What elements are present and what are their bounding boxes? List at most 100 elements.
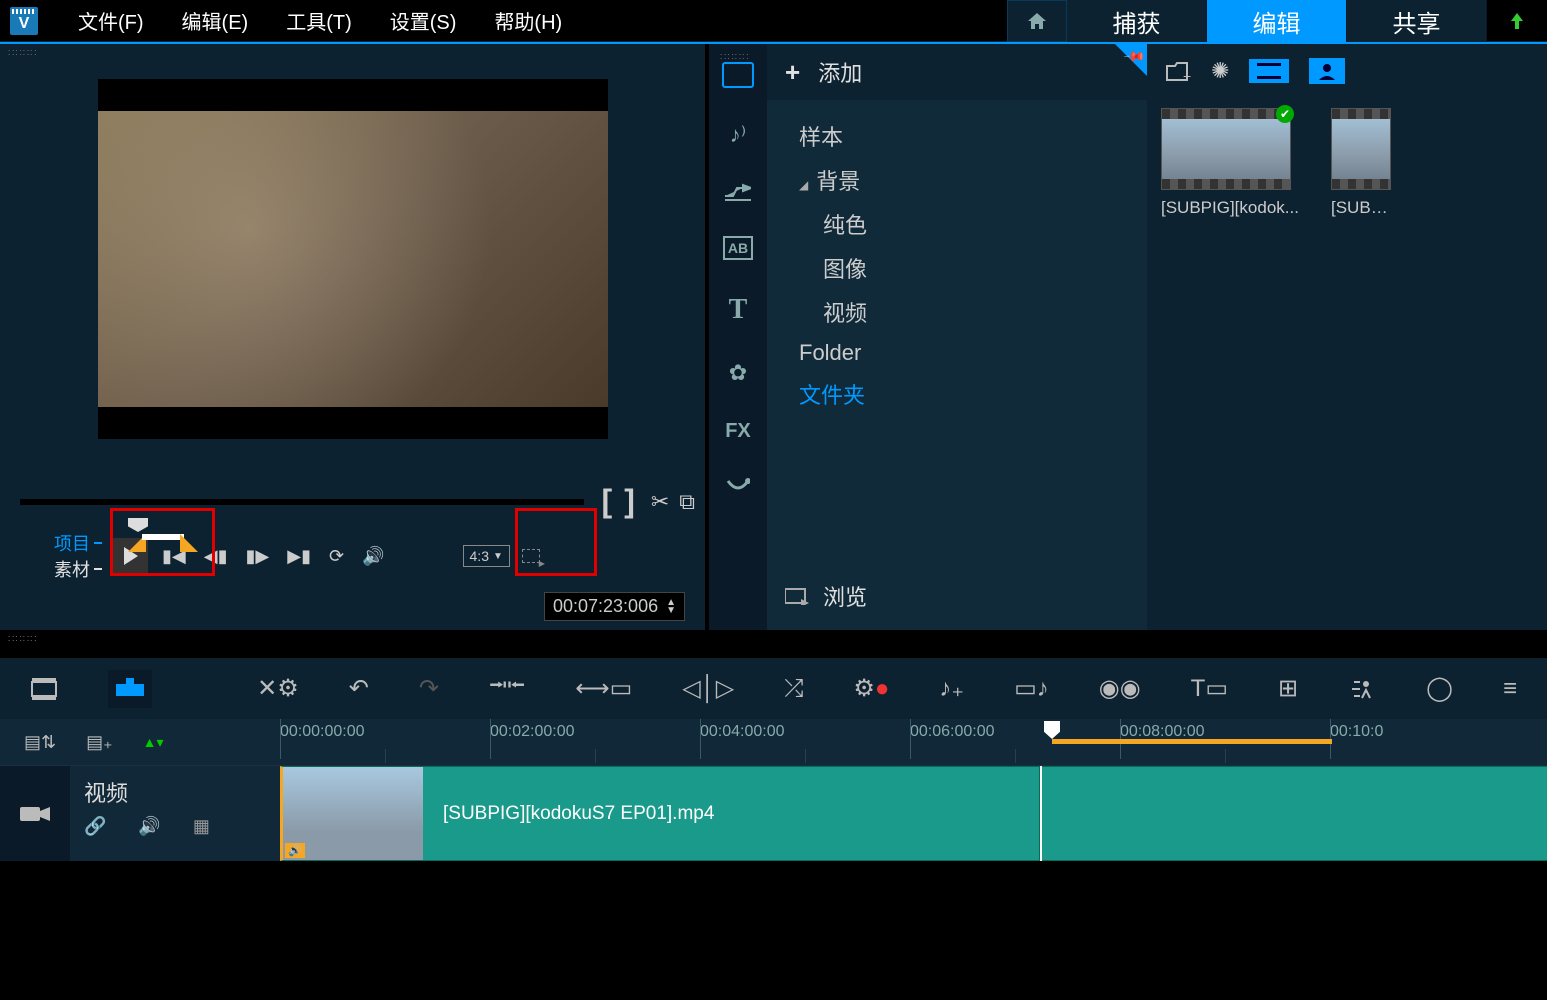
undo-icon[interactable]: ↶	[349, 674, 369, 703]
repeat-button[interactable]: ⟳	[329, 546, 344, 567]
ruler-mark: 00:00:00:00	[280, 723, 365, 741]
thumbnail-2[interactable]: [SUBPI(	[1331, 108, 1391, 218]
prev-frame-button[interactable]: ◀▮	[204, 546, 228, 567]
timecode-spinner[interactable]: ▲▼	[666, 599, 676, 615]
overlap-icon[interactable]: ◉◉	[1099, 674, 1141, 703]
tree-folder[interactable]: Folder	[767, 334, 1147, 372]
video-clip-2[interactable]	[1042, 766, 1547, 861]
tab-home[interactable]	[1007, 0, 1067, 42]
next-frame-button[interactable]: ▮▶	[246, 546, 270, 567]
goto-end-button[interactable]: ▶▮	[287, 546, 311, 567]
timeline-ruler[interactable]: 00:00:00:00 00:02:00:00 00:04:00:00 00:0…	[280, 719, 1547, 765]
volume-button[interactable]: 🔊	[362, 546, 384, 567]
import-folder-icon[interactable]: +	[1165, 60, 1191, 82]
title-library-icon[interactable]: AB	[723, 236, 753, 260]
home-icon	[1026, 11, 1048, 31]
video-track-icon-cell[interactable]	[0, 766, 70, 861]
video-track-header: 视频 🔗 🔊 ▦	[70, 766, 280, 861]
timeline: ▤⇅ ▤₊ ▲▾ 00:00:00:00 00:02:00:00 00:04:0…	[0, 719, 1547, 861]
redo-icon[interactable]: ↷	[419, 674, 439, 703]
settings-bars-icon[interactable]: ≡	[1503, 675, 1517, 703]
title-tool-icon[interactable]: T▭	[1191, 674, 1228, 703]
mode-project[interactable]: 项目	[54, 530, 102, 556]
add-media-button[interactable]: + 添加 📌	[767, 44, 1147, 100]
text-library-icon[interactable]: T	[729, 294, 748, 326]
menu-help[interactable]: 帮助(H)	[494, 6, 562, 35]
tree-wenjianjia[interactable]: 文件夹	[767, 372, 1147, 416]
tree-sample[interactable]: 样本	[767, 114, 1147, 158]
mark-out-button[interactable]: ]	[618, 483, 641, 520]
browse-button[interactable]: 浏览	[767, 570, 885, 622]
video-clip[interactable]: [SUBPIG][kodokuS7 EP01].mp4	[280, 766, 1040, 861]
record-icon[interactable]: ⚙●	[853, 674, 889, 703]
playback-controls: 项目 素材 ▮◀ ◀▮ ▮▶ ▶▮ ⟳ 🔊 4:3▼	[0, 520, 705, 582]
graphics-library-icon[interactable]: ✿	[729, 360, 747, 386]
fx-library-icon[interactable]: FX	[725, 420, 751, 443]
grid-small-icon[interactable]: ▦	[193, 816, 210, 837]
clip-thumbnail	[283, 767, 423, 860]
3d-icon[interactable]: ◯	[1426, 674, 1453, 703]
tree-background[interactable]: 背景	[767, 158, 1147, 202]
timecode-display[interactable]: 00:07:23:006 ▲▼	[544, 592, 685, 621]
trim-marker[interactable]	[128, 518, 198, 552]
thumbnail-1-label: [SUBPIG][kodok...	[1161, 198, 1311, 218]
preview-video-area[interactable]	[98, 79, 608, 439]
mute-icon[interactable]: 🔊	[138, 816, 160, 837]
tree-image[interactable]: 图像	[767, 246, 1147, 290]
clip-label: [SUBPIG][kodokuS7 EP01].mp4	[443, 803, 714, 825]
audio-mixer-icon[interactable]: ♪₊	[939, 674, 964, 703]
tab-edit[interactable]: 编辑	[1207, 0, 1347, 42]
playhead[interactable]	[1044, 721, 1060, 739]
menu-settings[interactable]: 设置(S)	[390, 6, 457, 35]
scissors-icon[interactable]: ✂	[651, 489, 669, 515]
tools-icon[interactable]: ✕⚙	[257, 674, 299, 703]
mode-clip[interactable]: 素材	[54, 556, 102, 582]
view-person-button[interactable]	[1309, 58, 1345, 84]
panel-grip-2[interactable]: ∷∷∷∷	[712, 48, 757, 67]
capture-icon[interactable]: ✺	[1211, 58, 1229, 84]
thumbnail-1[interactable]: ✔ [SUBPIG][kodok...	[1161, 108, 1311, 218]
auto-music-icon[interactable]: ▭♪	[1014, 674, 1049, 703]
track-menu-1-icon[interactable]: ▤⇅	[24, 732, 56, 753]
marker-dropdown-icon[interactable]: ▲▾	[143, 734, 164, 751]
library-panel: ∷∷∷∷ ♪⁾ AB T ✿ FX + 添加 📌 样本 背景 纯色	[705, 44, 1547, 630]
library-category-icons: ∷∷∷∷ ♪⁾ AB T ✿ FX	[709, 44, 767, 630]
path-library-icon[interactable]	[726, 477, 750, 497]
upload-arrow-icon	[1507, 11, 1527, 31]
menu-edit[interactable]: 编辑(E)	[182, 6, 249, 35]
tab-capture[interactable]: 捕获	[1067, 0, 1207, 42]
timeline-view-icon[interactable]	[108, 670, 152, 708]
grid-icon[interactable]: ⊞	[1278, 674, 1298, 703]
aspect-ratio-select[interactable]: 4:3▼	[463, 545, 510, 567]
browse-icon	[785, 587, 809, 605]
check-icon: ✔	[1276, 105, 1294, 123]
fit-project-icon[interactable]: ⟷▭	[575, 674, 632, 703]
fit-width-icon[interactable]: ⭲⭰	[489, 668, 525, 709]
library-thumbnails: + ✺ ✔ [SUBPIG][kodok... [SUBPI(	[1147, 44, 1547, 630]
split-clip-icon[interactable]: ⧉	[679, 489, 695, 515]
split-view-icon[interactable]: ◁│▷	[682, 674, 734, 703]
motion-icon[interactable]	[1348, 678, 1376, 700]
tree-video[interactable]: 视频	[767, 290, 1147, 334]
audio-library-icon[interactable]: ♪⁾	[730, 122, 746, 148]
mark-in-button[interactable]: [	[596, 483, 619, 520]
storyboard-view-icon[interactable]	[30, 678, 58, 700]
preview-frame	[98, 111, 608, 407]
tab-share[interactable]: 共享	[1347, 0, 1487, 42]
link-icon[interactable]: 🔗	[84, 816, 106, 837]
video-track-lane[interactable]: [SUBPIG][kodokuS7 EP01].mp4	[280, 766, 1547, 861]
track-menu-2-icon[interactable]: ▤₊	[86, 732, 113, 753]
menu-tools[interactable]: 工具(T)	[286, 6, 352, 35]
resize-handle-icon[interactable]	[522, 549, 540, 563]
menu-file[interactable]: 文件(F)	[78, 6, 144, 35]
panel-grip-3[interactable]: ∷∷∷∷	[0, 630, 1547, 649]
tree-solid-color[interactable]: 纯色	[767, 202, 1147, 246]
panel-grip[interactable]: ∷∷∷∷	[0, 44, 705, 63]
timeline-toolbar: ✕⚙ ↶ ↷ ⭲⭰ ⟷▭ ◁│▷ ⤮ ⚙● ♪₊ ▭♪ ◉◉ T▭ ⊞ ◯ ≡	[0, 657, 1547, 719]
transitions-icon[interactable]	[725, 182, 751, 202]
view-film-button[interactable]	[1249, 59, 1289, 83]
workspace: ∷∷∷∷ [ ] ✂ ⧉ 项目 素材 ▮◀ ◀	[0, 44, 1547, 630]
tab-upload[interactable]	[1487, 0, 1547, 42]
insert-icon[interactable]: ⤮	[784, 675, 803, 703]
scrub-track[interactable]	[20, 499, 584, 505]
